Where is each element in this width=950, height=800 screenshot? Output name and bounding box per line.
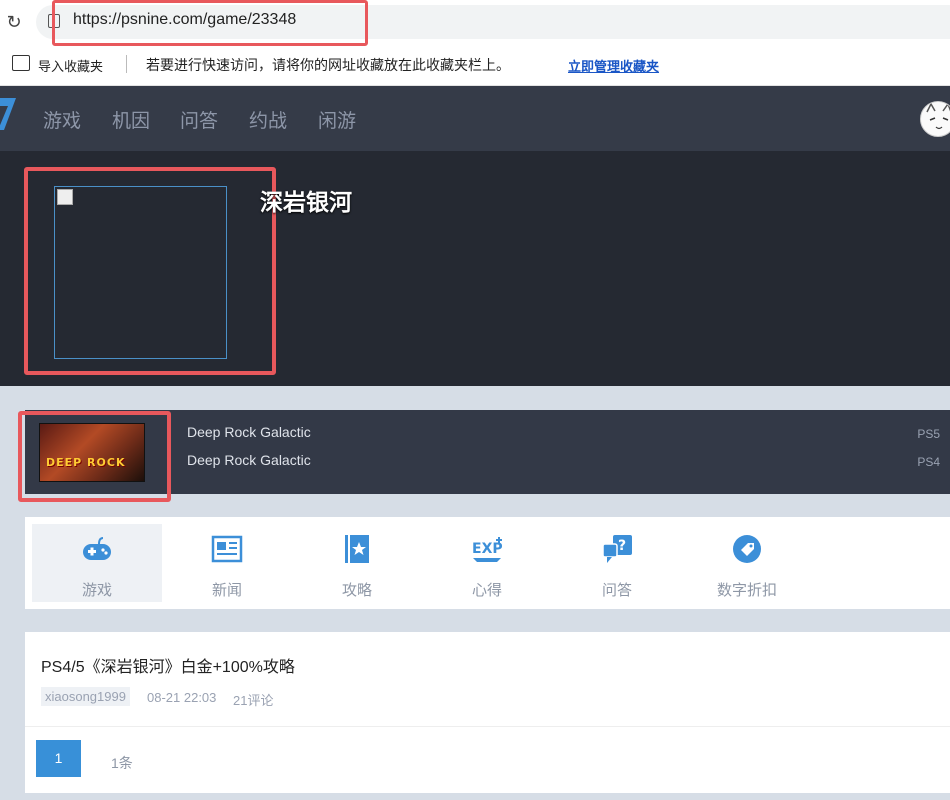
highlight-box-url <box>52 0 368 46</box>
address-bar: ↻ https://psnine.com/game/23348 <box>0 0 950 46</box>
watermark-logo-icon <box>754 730 822 790</box>
psnine-logo-icon[interactable] <box>0 96 18 132</box>
tab-experience[interactable]: EXP 心得 <box>422 524 552 602</box>
cat-face-icon <box>926 102 950 130</box>
bookmarks-bar: 导入收藏夹 若要进行快速访问，请将你的网址收藏放在此收藏夹栏上。 立即管理收藏夹 <box>0 46 950 86</box>
tab-label: 数字折扣 <box>716 582 777 599</box>
nav-item-qa[interactable]: 问答 <box>180 106 218 133</box>
article-date: 08-21 22:03 <box>147 690 217 705</box>
game-title: 深岩银河 <box>260 189 352 215</box>
watermark-url: psnine.com <box>835 764 922 783</box>
question-icon: ? <box>602 535 632 563</box>
tab-games[interactable]: 游戏 <box>32 524 162 602</box>
highlight-box-thumbnail <box>18 411 171 502</box>
version-platform-ps4: PS4 <box>917 455 940 469</box>
article-author[interactable]: xiaosong1999 <box>41 687 130 706</box>
version-name-ps5[interactable]: Deep Rock Galactic <box>187 424 311 440</box>
newspaper-icon <box>211 535 243 563</box>
nav-item-trade[interactable]: 闲游 <box>318 106 356 133</box>
result-count: 1条 <box>111 755 133 771</box>
nav-item-gene[interactable]: 机因 <box>112 106 150 133</box>
bookmarks-hint: 若要进行快速访问，请将你的网址收藏放在此收藏夹栏上。 <box>146 57 510 73</box>
highlight-box-cover <box>24 167 276 375</box>
reload-icon[interactable]: ↻ <box>4 12 24 32</box>
version-platform-ps5: PS5 <box>917 427 940 441</box>
tab-label: 游戏 <box>81 582 112 599</box>
divider <box>25 726 950 727</box>
svg-text:EXP: EXP <box>472 541 503 557</box>
tab-discount[interactable]: 数字折扣 <box>682 524 812 602</box>
tab-guides[interactable]: 攻略 <box>292 524 422 602</box>
watermark-brand: PSN <box>833 730 895 763</box>
import-bookmarks-button[interactable]: 导入收藏夹 <box>38 56 103 75</box>
nav-item-games[interactable]: 游戏 <box>43 106 81 133</box>
version-name-ps4[interactable]: Deep Rock Galactic <box>187 452 311 468</box>
page-button-current[interactable]: 1 <box>36 740 81 777</box>
tab-label: 心得 <box>471 582 502 599</box>
exp-icon: EXP <box>472 537 503 562</box>
guide-book-icon <box>345 535 369 563</box>
tab-label: 问答 <box>601 582 632 599</box>
article-title[interactable]: PS4/5《深岩银河》白金+100%攻略 <box>41 653 295 677</box>
tab-label: 新闻 <box>211 582 242 599</box>
user-avatar[interactable] <box>920 101 950 137</box>
manage-bookmarks-link[interactable]: 立即管理收藏夹 <box>568 56 659 75</box>
import-folder-icon[interactable] <box>12 55 30 71</box>
gamepad-icon <box>83 537 111 560</box>
discount-tag-icon <box>733 535 761 563</box>
site-nav: 游戏 机因 问答 约战 闲游 <box>0 86 950 151</box>
tab-qa[interactable]: ? 问答 <box>552 524 682 602</box>
psn-watermark: PSN psnine.com <box>754 730 945 790</box>
tab-news[interactable]: 新闻 <box>162 524 292 602</box>
svg-text:?: ? <box>618 538 626 554</box>
divider <box>126 55 127 73</box>
game-tabs: 游戏 新闻 攻略 EXP 心得 ? 问答 数字折扣 <box>25 517 950 609</box>
article-comments: 21评论 <box>233 693 274 708</box>
nav-item-battle[interactable]: 约战 <box>249 106 287 133</box>
tab-label: 攻略 <box>341 582 372 599</box>
